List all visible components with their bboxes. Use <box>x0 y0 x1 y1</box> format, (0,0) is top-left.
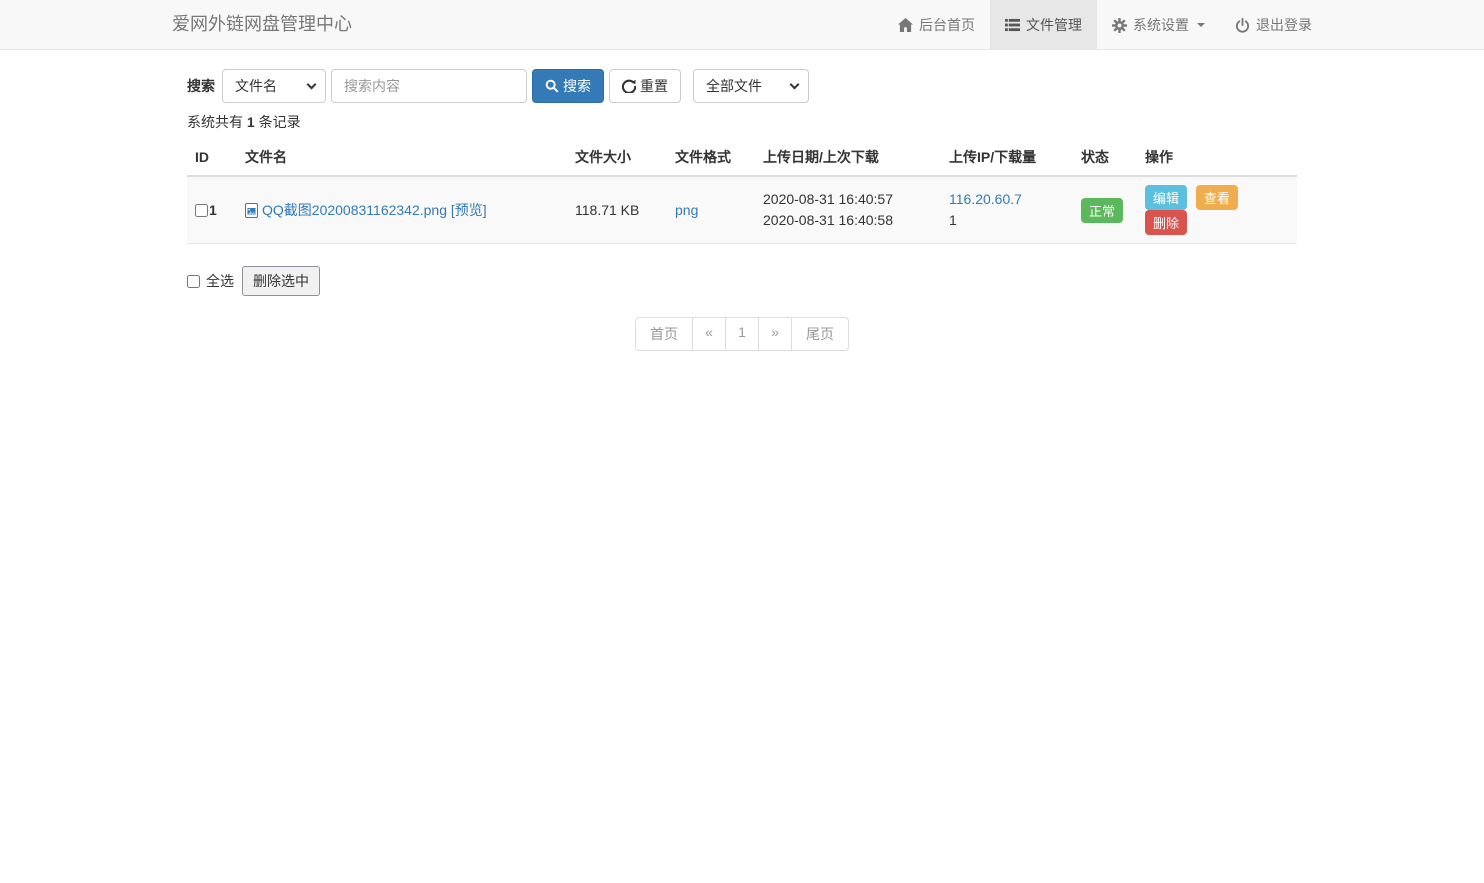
col-header-actions: 操作 <box>1137 139 1297 176</box>
pagination-last[interactable]: 尾页 <box>792 317 849 351</box>
col-header-ip: 上传IP/下载量 <box>941 139 1073 176</box>
row-id: 1 <box>209 202 217 218</box>
app-title: 爱网外链网盘管理中心 <box>157 0 367 50</box>
pagination-prev[interactable]: « <box>693 317 726 351</box>
refresh-icon <box>622 79 636 93</box>
status-badge[interactable]: 正常 <box>1081 198 1123 223</box>
image-file-icon <box>245 203 258 221</box>
list-icon <box>1005 18 1020 32</box>
row-filename-cell: QQ截图20200831162342.png [预览] <box>237 176 567 244</box>
row-actions-cell: 编辑 查看 删除 <box>1137 176 1297 244</box>
home-icon <box>898 18 913 32</box>
row-ip-cell: 116.20.60.7 1 <box>941 176 1073 244</box>
col-header-size: 文件大小 <box>567 139 667 176</box>
power-icon <box>1235 18 1250 33</box>
search-form: 搜索 文件名 搜索 重置 全部文件 <box>187 69 1297 103</box>
record-count: 1 <box>247 114 255 130</box>
nav-item-label: 后台首页 <box>919 15 975 35</box>
row-size-cell: 118.71 KB <box>567 176 667 244</box>
row-format-cell: png <box>667 176 755 244</box>
table-header-row: ID 文件名 文件大小 文件格式 上传日期/上次下载 上传IP/下载量 状态 操… <box>187 139 1297 176</box>
search-button[interactable]: 搜索 <box>532 69 604 103</box>
top-navbar: 爱网外链网盘管理中心 后台首页 文件管理 系统设置 <box>0 0 1484 50</box>
row-checkbox[interactable] <box>195 204 208 217</box>
select-all-label: 全选 <box>206 271 234 291</box>
view-button[interactable]: 查看 <box>1196 185 1238 210</box>
nav-item-label: 退出登录 <box>1256 15 1312 35</box>
nav-item-logout[interactable]: 退出登录 <box>1220 0 1327 50</box>
row-id-cell: 1 <box>187 176 237 244</box>
search-input[interactable] <box>331 69 527 103</box>
nav-item-system-settings[interactable]: 系统设置 <box>1097 0 1220 50</box>
preview-link[interactable]: [预览] <box>451 202 487 218</box>
pagination-first[interactable]: 首页 <box>635 317 693 351</box>
row-date-cell: 2020-08-31 16:40:57 2020-08-31 16:40:58 <box>755 176 941 244</box>
record-summary: 系统共有 1 条记录 <box>187 112 1297 132</box>
search-field-select[interactable]: 文件名 <box>222 69 326 103</box>
delete-button[interactable]: 删除 <box>1145 210 1187 235</box>
nav-item-label: 系统设置 <box>1133 15 1189 35</box>
col-header-upload-date: 上传日期/上次下载 <box>755 139 941 176</box>
nav-item-label: 文件管理 <box>1026 15 1082 35</box>
select-all-checkbox[interactable] <box>187 275 200 288</box>
search-button-label: 搜索 <box>563 76 591 96</box>
gear-icon <box>1112 18 1127 33</box>
pagination: 首页 « 1 » 尾页 <box>187 317 1297 351</box>
col-header-filename: 文件名 <box>237 139 567 176</box>
nav-item-admin-home[interactable]: 后台首页 <box>883 0 990 50</box>
upload-date: 2020-08-31 16:40:57 <box>763 189 933 210</box>
file-table: ID 文件名 文件大小 文件格式 上传日期/上次下载 上传IP/下载量 状态 操… <box>187 139 1297 244</box>
pagination-page-1[interactable]: 1 <box>726 317 759 351</box>
file-link[interactable]: QQ截图20200831162342.png <box>262 202 447 218</box>
row-status-cell: 正常 <box>1073 176 1137 244</box>
navbar-menu: 后台首页 文件管理 系统设置 退出登录 <box>883 0 1327 50</box>
caret-down-icon <box>1197 23 1205 27</box>
col-header-id: ID <box>187 139 237 176</box>
select-all-label-wrap[interactable]: 全选 <box>187 271 234 291</box>
col-header-format: 文件格式 <box>667 139 755 176</box>
nav-item-file-management[interactable]: 文件管理 <box>990 0 1097 50</box>
main-content: 搜索 文件名 搜索 重置 全部文件 系统共有 1 条记录 <box>187 69 1297 351</box>
reset-button-label: 重置 <box>640 76 668 96</box>
col-header-status: 状态 <box>1073 139 1137 176</box>
file-type-select[interactable]: 全部文件 <box>693 69 809 103</box>
search-icon <box>545 79 559 93</box>
search-label: 搜索 <box>187 76 215 96</box>
ip-link[interactable]: 116.20.60.7 <box>949 191 1022 207</box>
download-count: 1 <box>949 210 1065 231</box>
delete-selected-button[interactable]: 删除选中 <box>242 266 320 296</box>
bulk-actions: 全选 删除选中 <box>187 266 1297 296</box>
reset-button[interactable]: 重置 <box>609 69 681 103</box>
table-row: 1 QQ截图20200831162342.png [预览] 118.71 KB … <box>187 176 1297 244</box>
last-download-date: 2020-08-31 16:40:58 <box>763 210 933 231</box>
edit-button[interactable]: 编辑 <box>1145 185 1187 210</box>
format-link[interactable]: png <box>675 202 698 218</box>
pagination-next[interactable]: » <box>759 317 792 351</box>
